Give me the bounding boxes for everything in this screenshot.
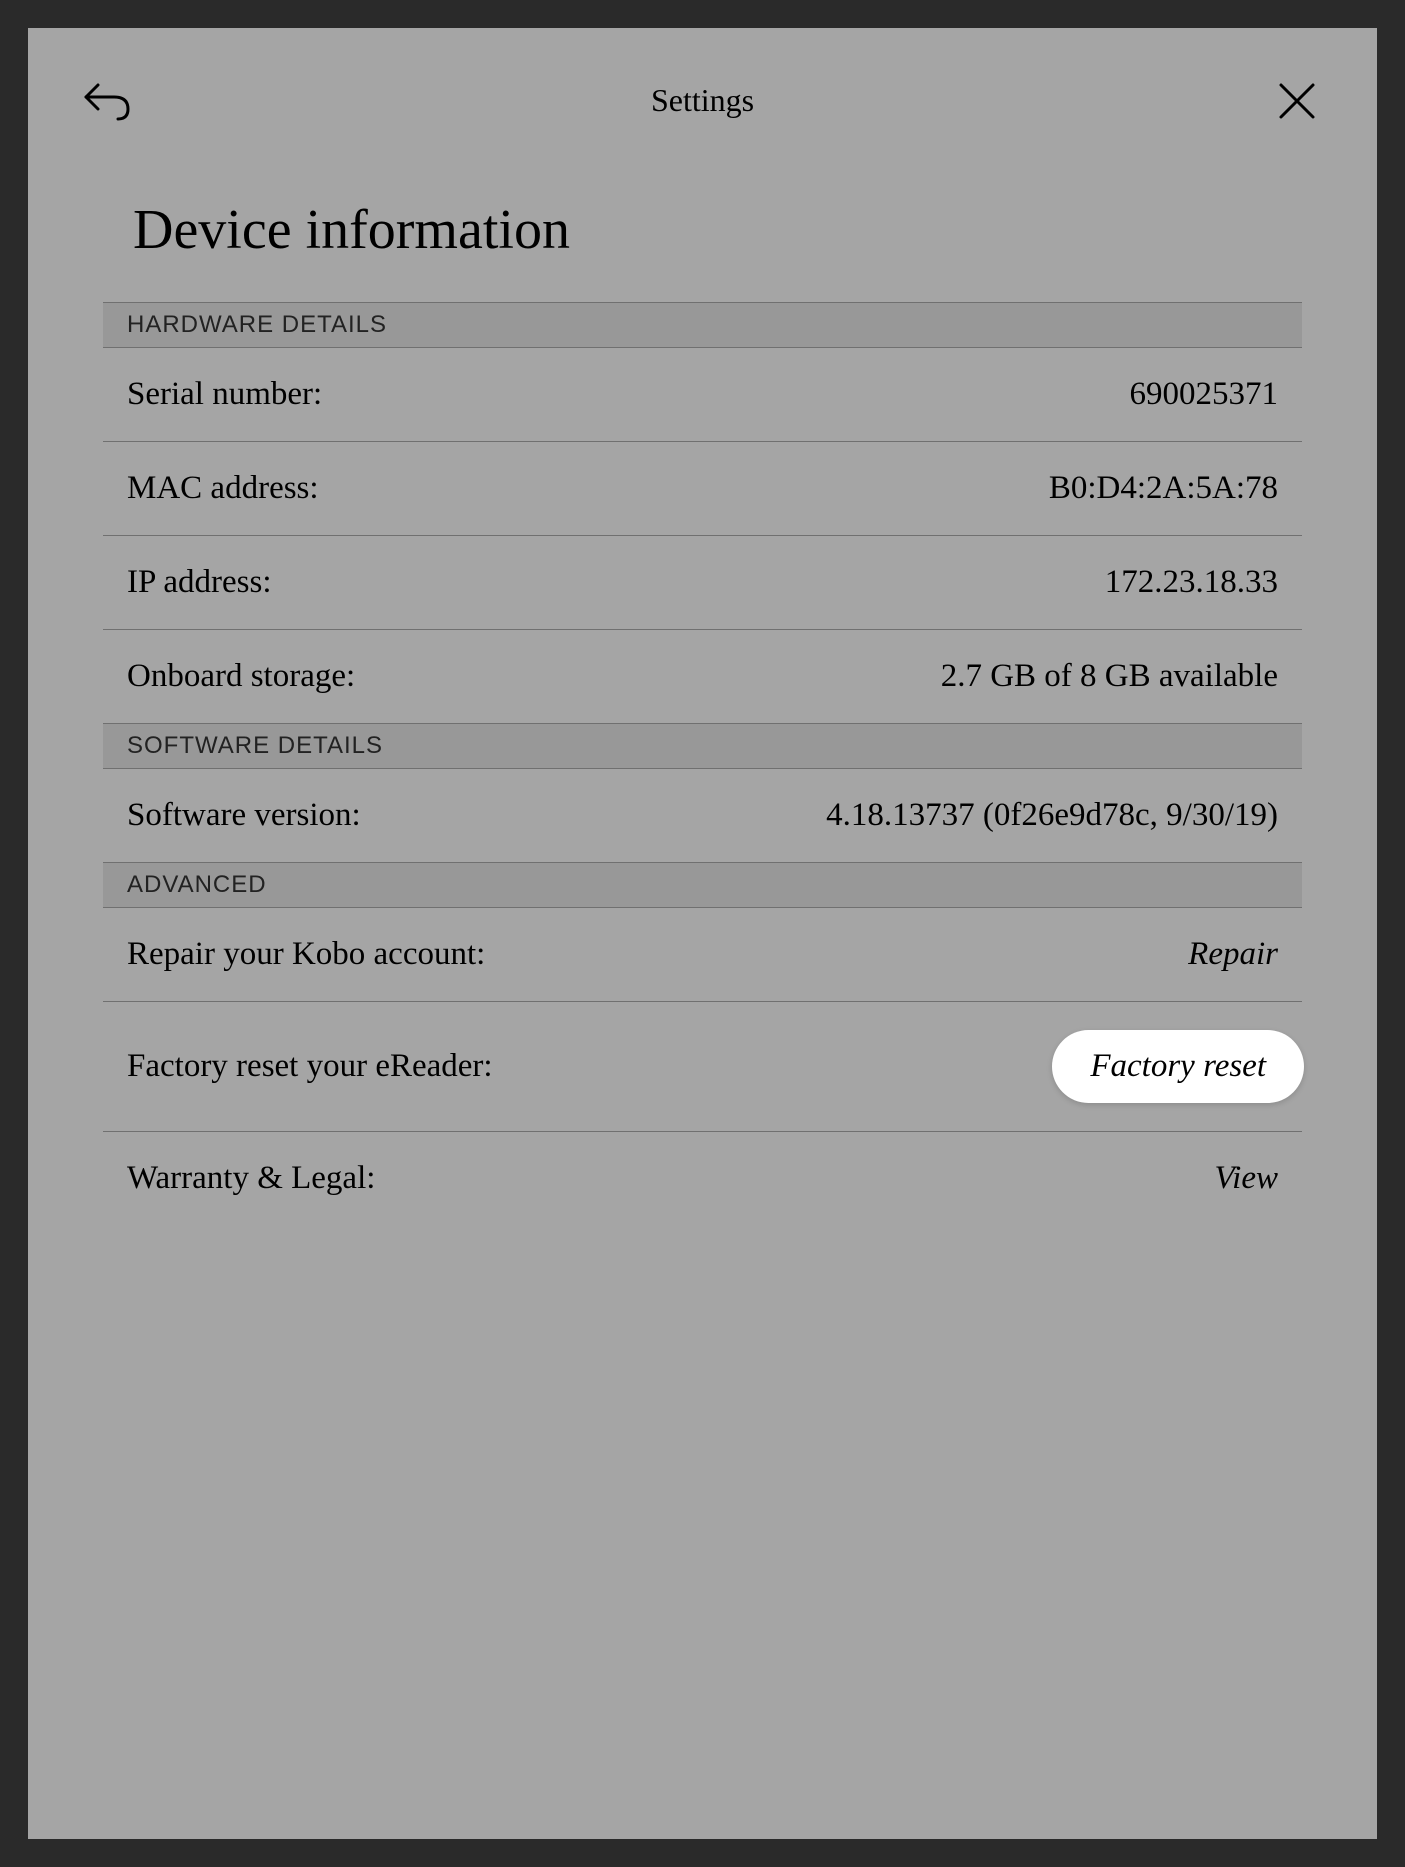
content-area: Device information HARDWARE DETAILS Seri… <box>28 138 1377 1225</box>
serial-label: Serial number: <box>127 376 322 413</box>
ip-address-row: IP address: 172.23.18.33 <box>103 536 1302 630</box>
ip-value: 172.23.18.33 <box>1105 564 1278 601</box>
storage-label: Onboard storage: <box>127 658 355 695</box>
advanced-section-header: ADVANCED <box>103 862 1302 908</box>
storage-value: 2.7 GB of 8 GB available <box>941 658 1278 695</box>
mac-address-row: MAC address: B0:D4:2A:5A:78 <box>103 442 1302 536</box>
warranty-view-button[interactable]: View <box>1214 1160 1278 1197</box>
page-title: Device information <box>103 198 1302 262</box>
factory-reset-highlight: Factory reset <box>1052 1030 1304 1103</box>
mac-value: B0:D4:2A:5A:78 <box>1049 470 1278 507</box>
settings-screen: Settings Device information HARDWARE DET… <box>28 28 1377 1839</box>
software-section-header: SOFTWARE DETAILS <box>103 723 1302 769</box>
version-value: 4.18.13737 (0f26e9d78c, 9/30/19) <box>826 797 1278 834</box>
ip-label: IP address: <box>127 564 272 601</box>
serial-value: 690025371 <box>1130 376 1279 413</box>
reset-label: Factory reset your eReader: <box>127 1048 493 1085</box>
repair-label: Repair your Kobo account: <box>127 936 485 973</box>
close-button[interactable] <box>1272 76 1322 126</box>
hardware-section-header: HARDWARE DETAILS <box>103 302 1302 348</box>
software-version-row: Software version: 4.18.13737 (0f26e9d78c… <box>103 769 1302 862</box>
warranty-label: Warranty & Legal: <box>127 1160 375 1197</box>
factory-reset-button[interactable]: Factory reset <box>1090 1048 1266 1084</box>
repair-account-row: Repair your Kobo account: Repair <box>103 908 1302 1002</box>
close-icon <box>1277 81 1317 121</box>
back-button[interactable] <box>83 76 133 126</box>
serial-number-row: Serial number: 690025371 <box>103 348 1302 442</box>
storage-row: Onboard storage: 2.7 GB of 8 GB availabl… <box>103 630 1302 723</box>
header-title: Settings <box>651 82 754 119</box>
back-arrow-icon <box>84 79 132 123</box>
factory-reset-row: Factory reset your eReader: Factory rese… <box>103 1002 1302 1132</box>
mac-label: MAC address: <box>127 470 319 507</box>
warranty-row: Warranty & Legal: View <box>103 1132 1302 1225</box>
header-bar: Settings <box>28 28 1377 138</box>
repair-button[interactable]: Repair <box>1188 936 1278 973</box>
version-label: Software version: <box>127 797 361 834</box>
